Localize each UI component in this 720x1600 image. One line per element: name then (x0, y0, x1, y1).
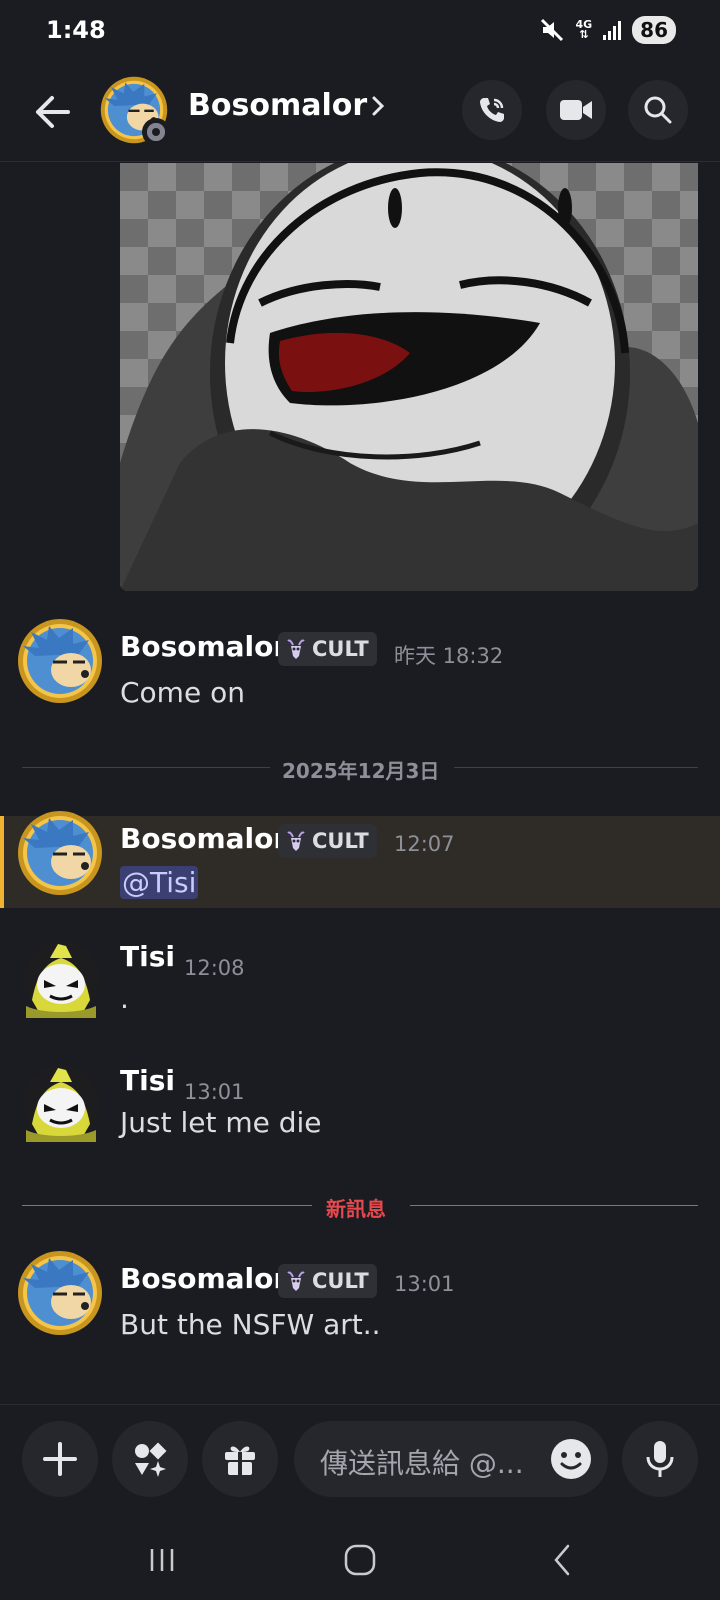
status-icons: 4G ⇅ 86 (539, 16, 676, 44)
avatar[interactable] (17, 618, 103, 704)
message-timestamp: 12:07 (394, 832, 455, 856)
message-text: Come on (120, 676, 245, 709)
message-timestamp: 昨天 18:32 (394, 644, 504, 668)
date-divider-line (22, 767, 270, 768)
search-icon (644, 96, 672, 124)
back-arrow-icon[interactable] (30, 90, 74, 134)
mute-icon (541, 18, 564, 42)
status-time: 1:48 (46, 16, 106, 44)
role-tag-label: CULT (312, 637, 369, 661)
new-messages-line (22, 1205, 312, 1206)
back-chevron-icon (554, 1544, 570, 1576)
role-tag-label: CULT (312, 829, 369, 853)
gift-button[interactable] (202, 1421, 278, 1497)
system-navigation-bar (0, 1516, 720, 1600)
voice-message-button[interactable] (622, 1421, 698, 1497)
search-button[interactable] (628, 80, 688, 140)
role-tag[interactable]: CULT (278, 1264, 377, 1298)
message-text: . (120, 982, 129, 1015)
message-author[interactable]: Bosomalor (120, 630, 287, 663)
channel-header: Bosomalor (0, 62, 720, 162)
message-text: @Tisi (120, 866, 199, 899)
image-attachment[interactable] (120, 163, 698, 591)
message-author[interactable]: Tisi (120, 1064, 175, 1097)
home-icon (344, 1544, 376, 1576)
video-call-button[interactable] (546, 80, 606, 140)
avatar[interactable] (17, 810, 103, 896)
message-text: But the NSFW art.. (120, 1308, 381, 1341)
plus-icon (43, 1442, 77, 1476)
add-attachment-button[interactable] (22, 1421, 98, 1497)
avatar[interactable] (22, 940, 100, 1018)
back-button[interactable] (540, 1538, 584, 1582)
message-timestamp: 13:01 (394, 1272, 455, 1296)
user-mention[interactable]: @Tisi (120, 866, 199, 899)
message-group[interactable]: Tisi 13:01 Just let me die (0, 1064, 720, 1154)
new-messages-line (410, 1205, 698, 1206)
battery-indicator: 86 (632, 16, 676, 44)
goat-skull-icon (287, 639, 305, 659)
avatar[interactable] (17, 1250, 103, 1336)
role-tag[interactable]: CULT (278, 824, 377, 858)
chevron-right-icon[interactable] (368, 92, 388, 120)
video-camera-icon (560, 100, 592, 120)
date-divider: 2025年12月3日 (282, 759, 440, 783)
message-group[interactable]: Bosomalor CULT 13:01 But the NSFW art.. (0, 1250, 720, 1341)
page-title[interactable]: Bosomalor (188, 88, 367, 123)
message-group[interactable]: Tisi 12:08 . (0, 940, 720, 1030)
avatar[interactable] (22, 1064, 100, 1142)
microphone-icon (646, 1441, 674, 1477)
message-group[interactable]: Bosomalor CULT 昨天 18:32 Come on (0, 618, 720, 709)
message-text: Just let me die (120, 1106, 322, 1139)
voice-call-button[interactable] (462, 80, 522, 140)
message-author[interactable]: Bosomalor (120, 822, 287, 855)
message-timestamp: 12:08 (184, 956, 245, 980)
goat-skull-icon (287, 831, 305, 851)
reaction-image (120, 163, 698, 591)
goat-skull-icon (287, 1271, 305, 1291)
message-author[interactable]: Tisi (120, 940, 175, 973)
message-input[interactable]: 傳送訊息給 @... (294, 1421, 608, 1497)
emoji-icon[interactable] (550, 1438, 592, 1480)
recent-apps-button[interactable] (140, 1538, 184, 1582)
role-tag[interactable]: CULT (278, 632, 377, 666)
message-composer: 傳送訊息給 @... (0, 1404, 720, 1516)
apps-button[interactable] (112, 1421, 188, 1497)
message-group[interactable]: Bosomalor CULT 12:07 @Tisi (0, 808, 720, 908)
presence-offline-icon (142, 118, 170, 146)
message-input-placeholder: 傳送訊息給 @... (320, 1447, 524, 1480)
apps-icon (135, 1442, 167, 1477)
recent-apps-icon (150, 1549, 174, 1571)
message-author[interactable]: Bosomalor (120, 1262, 287, 1295)
network-label: 4G ⇅ (575, 18, 593, 41)
date-divider-line (454, 767, 698, 768)
message-timestamp: 13:01 (184, 1080, 245, 1104)
phone-call-icon (480, 98, 504, 122)
role-tag-label: CULT (312, 1269, 369, 1293)
signal-icon (603, 21, 622, 40)
gift-icon (225, 1446, 255, 1475)
status-bar: 1:48 4G ⇅ 86 (0, 0, 720, 62)
home-button[interactable] (338, 1538, 382, 1582)
new-messages-divider: 新訊息 (326, 1197, 386, 1221)
